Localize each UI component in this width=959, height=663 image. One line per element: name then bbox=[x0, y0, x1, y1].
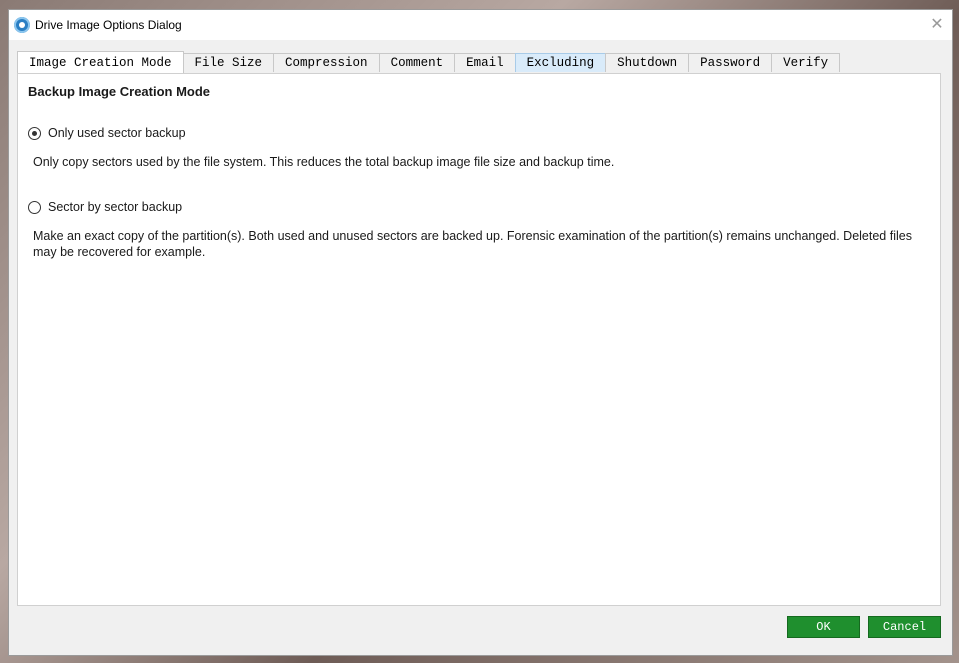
tab-strip: Image Creation Mode File Size Compressio… bbox=[17, 51, 841, 73]
tab-image-creation-mode[interactable]: Image Creation Mode bbox=[17, 51, 184, 73]
tab-panel-image-creation-mode: Backup Image Creation Mode Only used sec… bbox=[17, 73, 941, 606]
tab-excluding[interactable]: Excluding bbox=[514, 53, 607, 72]
options-dialog: Drive Image Options Dialog ✕ Image Creat… bbox=[8, 9, 953, 656]
option-sector-by-sector-backup[interactable]: Sector by sector backup bbox=[28, 200, 182, 214]
close-icon[interactable]: ✕ bbox=[928, 15, 946, 33]
section-heading: Backup Image Creation Mode bbox=[28, 84, 211, 99]
option-label: Only used sector backup bbox=[48, 126, 186, 140]
radio-button[interactable] bbox=[28, 200, 41, 214]
tab-file-size[interactable]: File Size bbox=[182, 53, 275, 72]
option-label: Sector by sector backup bbox=[48, 200, 183, 214]
tab-shutdown[interactable]: Shutdown bbox=[605, 53, 690, 72]
tab-verify[interactable]: Verify bbox=[771, 53, 841, 72]
cancel-button[interactable]: Cancel bbox=[868, 616, 941, 638]
option-used-sector-backup[interactable]: Only used sector backup bbox=[28, 126, 186, 140]
tab-password[interactable]: Password bbox=[688, 53, 773, 72]
tab-email[interactable]: Email bbox=[454, 53, 516, 72]
radio-button-selected[interactable] bbox=[28, 126, 41, 140]
ok-button[interactable]: OK bbox=[787, 616, 860, 638]
title-bar[interactable]: Drive Image Options Dialog ✕ bbox=[9, 10, 952, 40]
tab-compression[interactable]: Compression bbox=[273, 53, 380, 72]
option-description: Only copy sectors used by the file syste… bbox=[33, 155, 615, 169]
app-logo-icon bbox=[14, 17, 30, 33]
tab-comment[interactable]: Comment bbox=[378, 53, 456, 72]
window-title: Drive Image Options Dialog bbox=[35, 18, 182, 32]
option-description: Make an exact copy of the partition(s). … bbox=[33, 229, 912, 259]
